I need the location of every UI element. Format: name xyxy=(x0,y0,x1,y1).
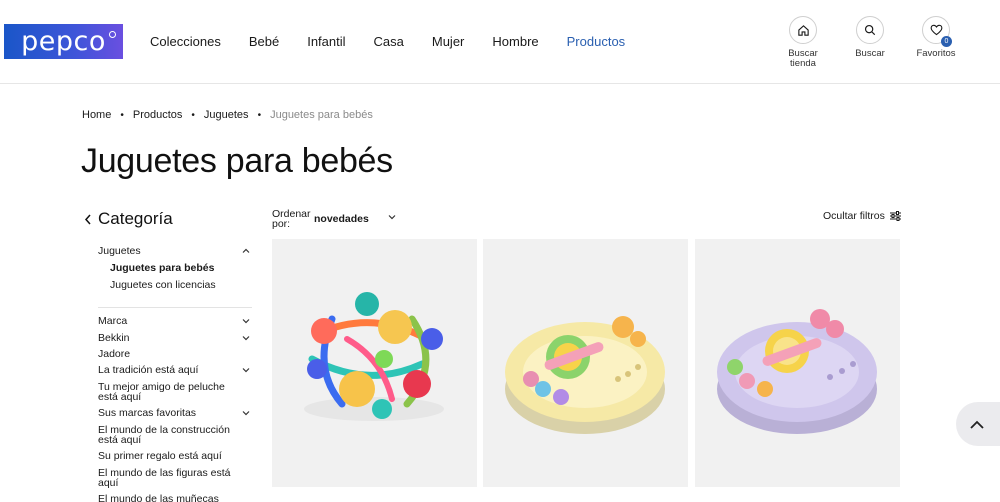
scroll-to-top-button[interactable] xyxy=(956,402,1000,446)
nav-item-productos[interactable]: Productos xyxy=(567,34,626,49)
chevron-down-icon[interactable] xyxy=(242,334,250,342)
filter-jadore[interactable]: Jadore xyxy=(98,349,238,360)
filter-munecas[interactable]: El mundo de las muñecas xyxy=(98,494,238,502)
registered-mark xyxy=(109,31,116,38)
nav-item-bebe[interactable]: Bebé xyxy=(249,34,279,49)
product-card[interactable] xyxy=(695,239,900,487)
chevron-down-icon[interactable] xyxy=(242,366,250,374)
sidebar-item-juguetes[interactable]: Juguetes xyxy=(98,246,238,257)
breadcrumb-current: Juguetes para bebés xyxy=(270,109,373,121)
sidebar-divider xyxy=(98,307,252,308)
nav-item-casa[interactable]: Casa xyxy=(374,34,404,49)
chevron-down-icon[interactable] xyxy=(388,213,396,221)
filter-bekkin[interactable]: Bekkin xyxy=(98,333,238,344)
filter-figuras[interactable]: El mundo de las figuras está aquí xyxy=(98,468,238,489)
sliders-icon xyxy=(889,211,901,221)
filter-construccion[interactable]: El mundo de la construcción está aquí xyxy=(98,425,238,446)
category-header[interactable]: Categoría xyxy=(84,209,173,229)
product-image-rattle xyxy=(304,292,444,421)
home-icon-circle xyxy=(789,16,817,44)
breadcrumb-separator: • xyxy=(257,109,262,121)
product-image-purple-spinner xyxy=(717,309,877,434)
hide-filters-label: Ocultar filtros xyxy=(823,210,885,222)
product-image-yellow-spinner xyxy=(505,316,665,434)
filter-primer-regalo[interactable]: Su primer regalo está aquí xyxy=(98,451,238,462)
nav-item-infantil[interactable]: Infantil xyxy=(307,34,345,49)
nav-item-mujer[interactable]: Mujer xyxy=(432,34,465,49)
hide-filters-button[interactable]: Ocultar filtros xyxy=(823,210,901,222)
chevron-down-icon[interactable] xyxy=(242,409,250,417)
breadcrumb-separator: • xyxy=(191,109,195,121)
sort-label: Ordenar por: xyxy=(272,208,311,230)
chevron-left-icon xyxy=(84,214,91,224)
main-nav: Colecciones Bebé Infantil Casa Mujer Hom… xyxy=(150,34,653,49)
heart-icon xyxy=(930,24,942,36)
breadcrumb-separator: • xyxy=(120,109,124,121)
favorites-count-badge: 0 xyxy=(941,36,952,47)
chevron-up-icon xyxy=(970,420,984,429)
home-icon xyxy=(797,24,809,36)
breadcrumb: Home • Productos • Juguetes • Juguetes p… xyxy=(82,109,373,121)
breadcrumb-productos[interactable]: Productos xyxy=(133,109,183,121)
sidebar-subitem-juguetes-licencias[interactable]: Juguetes con licencias xyxy=(110,279,216,291)
sort-select[interactable]: novedades xyxy=(314,213,369,225)
product-card[interactable] xyxy=(272,239,477,487)
search-button[interactable]: Buscar xyxy=(840,16,900,59)
filter-marcas-favoritas[interactable]: Sus marcas favoritas xyxy=(98,408,238,419)
breadcrumb-juguetes[interactable]: Juguetes xyxy=(204,109,249,121)
chevron-down-icon[interactable] xyxy=(242,317,250,325)
logo-text: pepco xyxy=(21,26,106,57)
chevron-up-icon[interactable] xyxy=(242,247,250,255)
product-card[interactable] xyxy=(483,239,688,487)
category-title: Categoría xyxy=(98,209,173,228)
sidebar-subitem-juguetes-bebes[interactable]: Juguetes para bebés xyxy=(110,262,214,274)
nav-item-colecciones[interactable]: Colecciones xyxy=(150,34,221,49)
filter-tradicion[interactable]: La tradición está aquí xyxy=(98,365,238,376)
store-finder-label: Buscar tienda xyxy=(788,48,818,69)
favorites-label: Favoritos xyxy=(916,48,956,59)
favorites-button[interactable]: 0 Favoritos xyxy=(906,16,966,59)
filter-peluche[interactable]: Tu mejor amigo de peluche está aquí xyxy=(98,382,238,403)
store-finder-button[interactable]: Buscar tienda xyxy=(773,16,833,69)
site-header: pepco Colecciones Bebé Infantil Casa Muj… xyxy=(0,0,1000,84)
breadcrumb-home[interactable]: Home xyxy=(82,109,111,121)
search-icon-circle xyxy=(856,16,884,44)
filter-marca[interactable]: Marca xyxy=(98,316,238,327)
search-label: Buscar xyxy=(855,48,885,59)
heart-icon-circle: 0 xyxy=(922,16,952,47)
pepco-logo[interactable]: pepco xyxy=(4,24,123,59)
nav-item-hombre[interactable]: Hombre xyxy=(492,34,538,49)
search-icon xyxy=(864,24,876,36)
page-title: Juguetes para bebés xyxy=(81,142,393,180)
